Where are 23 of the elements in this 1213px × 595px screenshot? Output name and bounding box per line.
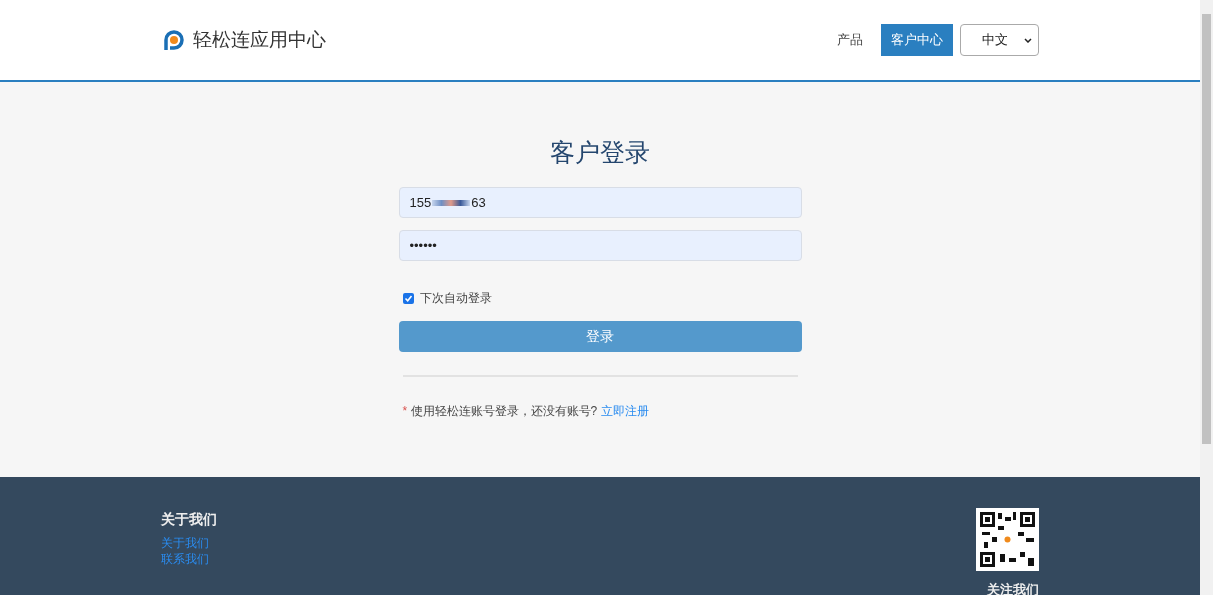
scrollbar[interactable] [1200,0,1213,595]
register-note: * 使用轻松连账号登录，还没有账号? 立即注册 [401,403,650,420]
language-select[interactable]: 中文 [960,24,1039,56]
phone-field[interactable]: 155 63 [398,187,802,218]
footer-heading: 关于我们 [161,510,217,528]
logo-icon [161,28,185,52]
brand-name: 轻松连应用中心 [193,27,326,52]
remember-label: 下次自动登录 [419,290,492,307]
nav-link[interactable]: 客户中心 [881,24,953,56]
login-button[interactable]: 登录 [398,321,802,352]
chevron-down-icon [1024,37,1032,43]
password-field[interactable]: •••••• [398,230,802,261]
password-dots: •••••• [409,236,437,255]
register-link[interactable]: 立即注册 [600,404,649,418]
phone-text-end: 63 [471,193,486,212]
login-title: 客户登录 [550,137,650,168]
phone-text-start: 155 [409,193,432,212]
remember-checkbox[interactable] [402,292,414,304]
redacted-digits [432,199,471,206]
qr-code-icon [976,508,1039,571]
footer-link[interactable]: 联系我们 [161,551,217,567]
nav-link[interactable]: 产品 [827,24,873,56]
footer-link[interactable]: 关于我们 [161,535,217,551]
